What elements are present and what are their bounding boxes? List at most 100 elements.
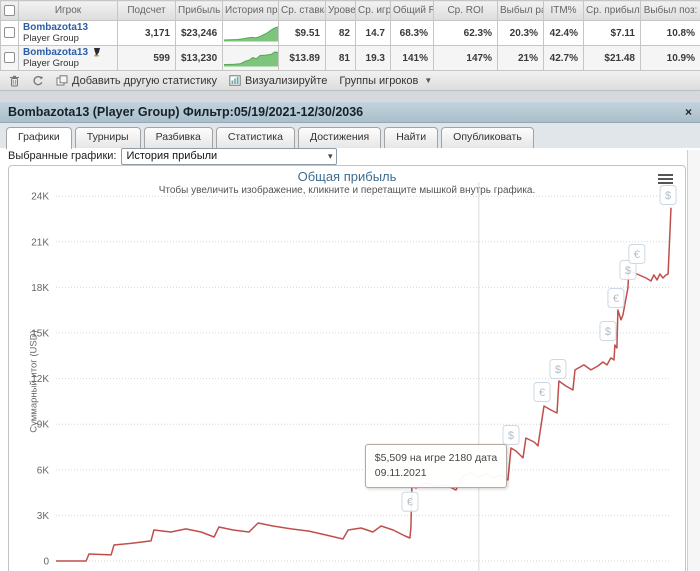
visualize-label: Визуализируйте	[245, 74, 328, 87]
svg-text:18K: 18K	[31, 283, 49, 294]
cell-profit: $23,246	[175, 20, 223, 46]
svg-text:€: €	[613, 293, 619, 305]
tab-charts[interactable]: Графики	[6, 127, 72, 149]
svg-text:€: €	[539, 387, 545, 399]
table-toolbar: Добавить другую статистику Визуализируйт…	[0, 71, 700, 91]
row-checkbox[interactable]	[4, 27, 15, 39]
col-itm[interactable]: ITM%	[543, 0, 584, 21]
player-link[interactable]: Bombazota13	[23, 23, 88, 33]
svg-text:€: €	[634, 249, 640, 261]
col-out-late[interactable]: Выбыл поз:	[640, 0, 700, 21]
separator	[0, 91, 700, 101]
tab-find[interactable]: Найти	[384, 127, 439, 148]
player-link[interactable]: Bombazota13	[23, 48, 88, 58]
svg-text:6K: 6K	[37, 465, 50, 476]
cell-out-early: 20.3%	[497, 20, 544, 46]
player-group-label: Player Group	[23, 58, 79, 69]
cell-level: 81	[325, 45, 356, 71]
svg-text:$: $	[625, 265, 631, 277]
add-statistic-label: Добавить другую статистику	[72, 74, 217, 87]
svg-text:$: $	[605, 326, 611, 338]
player-groups-button[interactable]: Группы игроков ▼	[336, 74, 435, 88]
tab-tournaments[interactable]: Турниры	[74, 127, 141, 148]
cell-total-roi: 141%	[390, 45, 434, 71]
svg-text:9K: 9K	[37, 420, 50, 431]
player-stats-table: Игрок Подсчет Прибыль История приб Ср. с…	[0, 0, 700, 71]
profit-chart[interactable]: Общая прибыль Чтобы увеличить изображени…	[8, 165, 686, 571]
chart-select-row: Выбранные графики: История прибыли ▾	[0, 147, 700, 165]
delete-button[interactable]	[6, 74, 23, 88]
refresh-button[interactable]	[29, 74, 47, 88]
panel-title-bar: Bombazota13 (Player Group) Фильтр:05/19/…	[0, 101, 700, 123]
svg-text:$: $	[508, 430, 514, 442]
tab-achievements[interactable]: Достижения	[297, 127, 382, 148]
cell-avg-profit: $21.48	[583, 45, 641, 71]
col-avg-games[interactable]: Ср. игр	[355, 0, 391, 21]
svg-text:24K: 24K	[31, 192, 49, 203]
tracked-player-icon	[92, 47, 102, 57]
chart-select-value: История прибыли	[126, 150, 218, 162]
svg-text:0: 0	[43, 557, 49, 568]
tab-breakdown[interactable]: Разбивка	[143, 127, 213, 148]
add-statistic-button[interactable]: Добавить другую статистику	[53, 74, 220, 88]
cell-out-late: 10.9%	[640, 45, 700, 71]
panel-title: Bombazota13 (Player Group) Фильтр:05/19/…	[8, 105, 364, 119]
col-avg-roi[interactable]: Ср. ROI	[433, 0, 498, 21]
svg-text:3K: 3K	[37, 511, 50, 522]
visualize-button[interactable]: Визуализируйте	[226, 74, 330, 88]
svg-text:15K: 15K	[31, 329, 49, 340]
cell-avg-roi: 147%	[433, 45, 498, 71]
profit-chart-svg: 03K6K9K12K15K18K21K24K€$€$$€$€$	[31, 182, 677, 571]
player-group-label: Player Group	[23, 33, 79, 44]
tooltip-line2: 09.11.2021	[374, 467, 427, 480]
svg-text:21K: 21K	[31, 237, 49, 248]
col-out-early[interactable]: Выбыл ран	[497, 0, 544, 21]
cell-out-late: 10.8%	[640, 20, 700, 46]
svg-text:€: €	[407, 497, 413, 509]
select-all-checkbox[interactable]	[4, 4, 15, 16]
table-row: Bombazota13 Player Group 3,171 $23,246 $…	[0, 20, 700, 46]
col-level[interactable]: Урове›	[325, 0, 356, 21]
svg-text:$: $	[555, 364, 561, 376]
tab-publish[interactable]: Опубликовать	[441, 127, 534, 148]
player-groups-label: Группы игроков	[339, 74, 419, 87]
col-profit-history[interactable]: История приб	[222, 0, 279, 21]
col-avg-profit[interactable]: Ср. прибыль	[583, 0, 641, 21]
col-profit[interactable]: Прибыль	[175, 0, 223, 21]
col-count[interactable]: Подсчет	[117, 0, 176, 21]
select-caret-icon: ▾	[327, 150, 333, 161]
row-checkbox[interactable]	[4, 52, 15, 64]
chevron-down-icon: ▼	[424, 76, 433, 85]
chart-type-select[interactable]: История прибыли ▾	[121, 147, 338, 165]
close-icon[interactable]: ×	[685, 106, 692, 118]
profit-sparkline	[222, 45, 279, 71]
svg-text:12K: 12K	[31, 374, 49, 385]
cell-out-early: 21%	[497, 45, 544, 71]
cell-avg-stake: $13.89	[278, 45, 326, 71]
col-player[interactable]: Игрок	[18, 0, 118, 21]
tooltip-line1: $5,509 на игре 2180 дата	[374, 452, 498, 465]
cell-avg-stake: $9.51	[278, 20, 326, 46]
cell-level: 82	[325, 20, 356, 46]
vertical-scrollbar[interactable]	[687, 150, 700, 571]
cell-avg-games: 19.3	[355, 45, 391, 71]
table-header-row: Игрок Подсчет Прибыль История приб Ср. с…	[0, 0, 700, 21]
cell-count: 599	[117, 45, 176, 71]
cell-avg-roi: 62.3%	[433, 20, 498, 46]
col-avg-stake[interactable]: Ср. ставка	[278, 0, 326, 21]
player-detail-panel: Bombazota13 (Player Group) Фильтр:05/19/…	[0, 101, 700, 571]
tab-statistics[interactable]: Статистика	[215, 127, 295, 148]
cell-total-roi: 68.3%	[390, 20, 434, 46]
svg-text:$: $	[665, 190, 671, 202]
cell-avg-games: 14.7	[355, 20, 391, 46]
table-row: Bombazota13 Player Group 599 $13,230 $13…	[0, 45, 700, 71]
cell-itm: 42.7%	[543, 45, 584, 71]
cell-count: 3,171	[117, 20, 176, 46]
charts-select-label: Выбранные графики:	[8, 150, 117, 162]
panel-tabs: Графики Турниры Разбивка Статистика Дост…	[0, 123, 700, 149]
chart-tooltip: $5,509 на игре 2180 дата 09.11.2021	[364, 444, 508, 489]
cell-profit: $13,230	[175, 45, 223, 71]
profit-sparkline	[222, 20, 279, 46]
cell-avg-profit: $7.11	[583, 20, 641, 46]
col-total-roi[interactable]: Общий RO:	[390, 0, 434, 21]
